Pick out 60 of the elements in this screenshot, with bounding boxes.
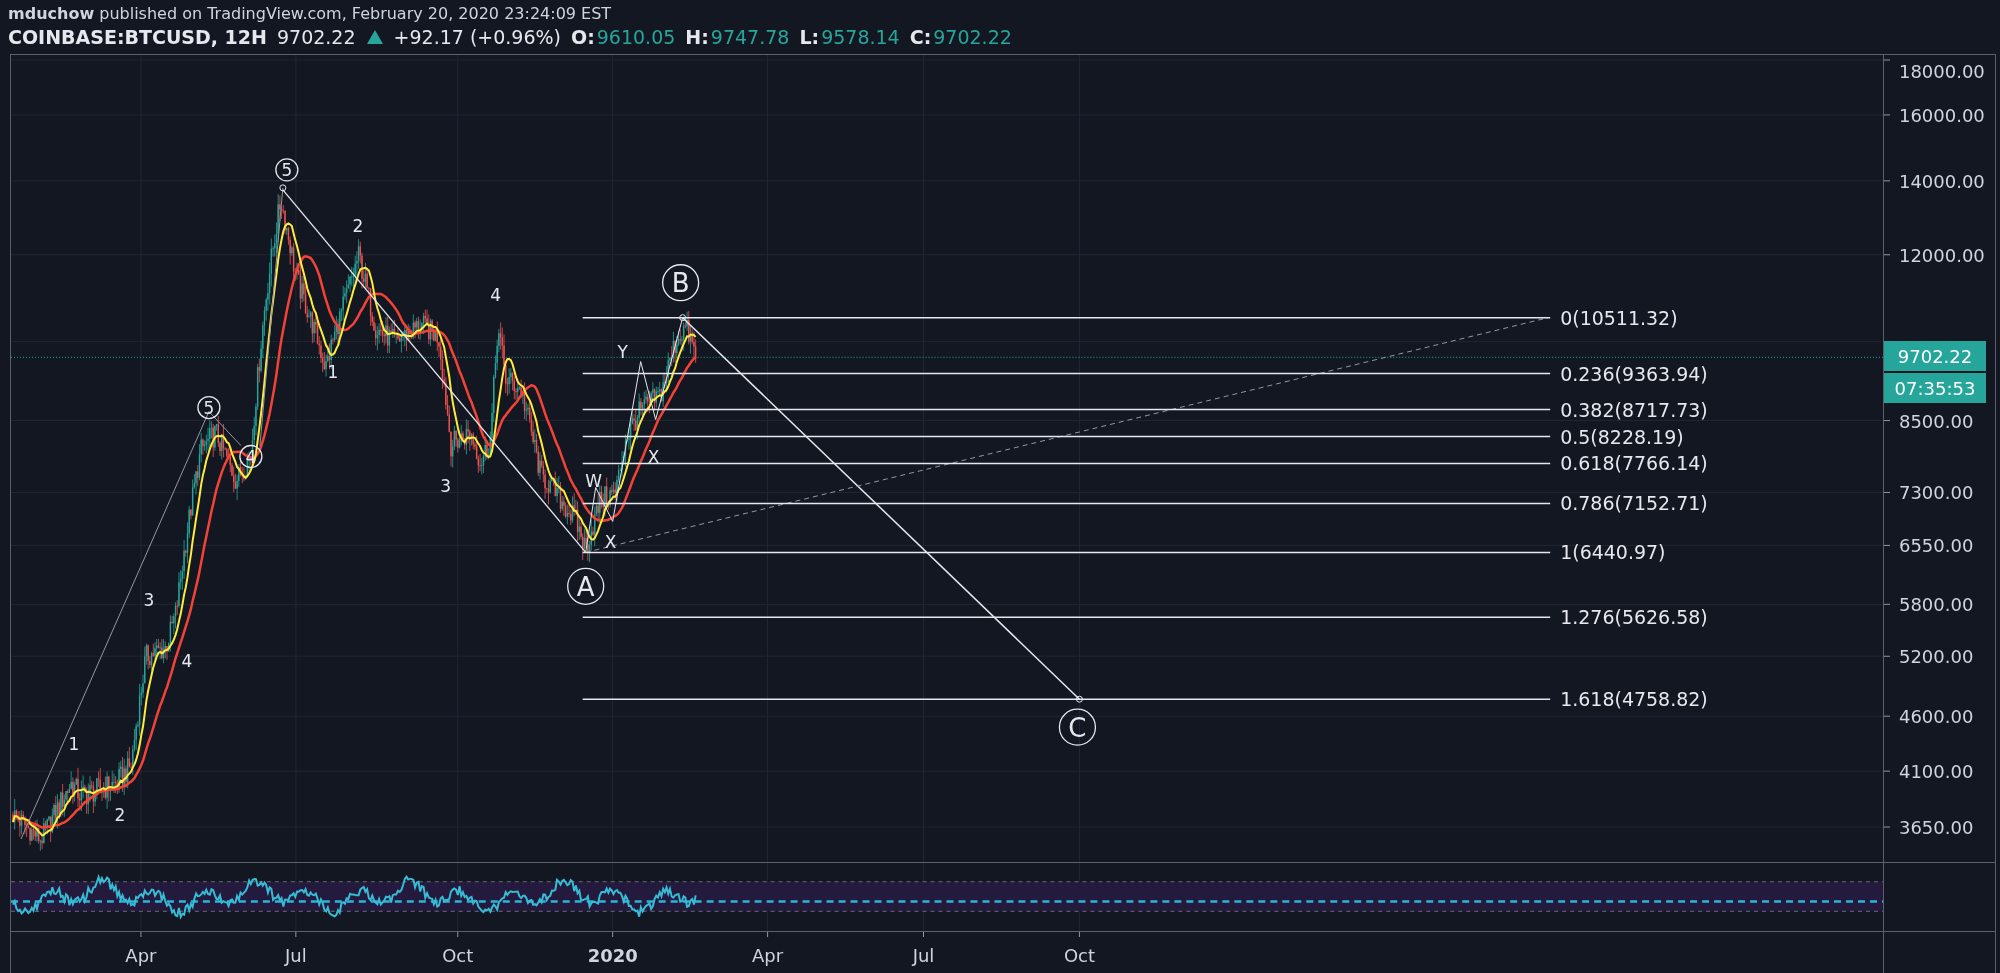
ohlc-label: O:	[571, 25, 595, 49]
wave-label: 3	[143, 590, 155, 611]
ohlc-label: L:	[799, 25, 820, 49]
fibonacci-level-label: 0.382(8717.73)	[1560, 398, 1708, 421]
time-axis-label: Oct	[1063, 945, 1095, 966]
ohlc-value: 9702.22	[933, 25, 1012, 49]
price-axis-label: 5800.00	[1899, 594, 1974, 616]
fibonacci-level-label: 0.618(7766.14)	[1560, 452, 1708, 475]
price-axis-label: 3650.00	[1899, 817, 1974, 839]
wave-label: 1	[327, 361, 339, 382]
wave-label: X	[647, 446, 660, 467]
time-axis-label: Jul	[285, 945, 307, 966]
wave-label: 3	[440, 475, 452, 496]
circled-wave-label: A	[567, 567, 605, 605]
price-axis-label: 4100.00	[1899, 761, 1974, 783]
circled-wave-label: C	[1058, 708, 1097, 746]
price-axis-label: 12000.00	[1899, 244, 1985, 266]
time-axis-label: Apr	[125, 945, 157, 966]
price-axis-label: 4600.00	[1899, 706, 1974, 728]
fibonacci-level-label: 0.786(7152.71)	[1560, 492, 1708, 515]
price-axis-label: 18000.00	[1899, 61, 1985, 82]
time-axis-label: Oct	[442, 945, 474, 966]
wave-label: 2	[114, 805, 126, 826]
fibonacci-level-label: 0.236(9363.94)	[1560, 362, 1708, 385]
wave-label: 1	[68, 734, 80, 755]
time-axis-label: Apr	[752, 945, 784, 966]
ohlc-value: 9610.05	[596, 25, 676, 49]
price-axis-label: 7300.00	[1899, 482, 1974, 504]
wave-label: Y	[617, 341, 628, 362]
ohlc-value: 9578.14	[821, 25, 900, 49]
publisher-line: mduchow published on TradingView.com, February 20, 2020 23:24:09 EST	[8, 5, 613, 23]
wave-label: X	[604, 531, 617, 552]
price-axis-label: 14000.00	[1899, 170, 1985, 192]
price-axis-label: 5200.00	[1899, 646, 1974, 668]
price-axis-label: 16000.00	[1899, 104, 1985, 126]
wave-label: 2	[352, 215, 364, 236]
fibonacci-level-label: 0.5(8228.19)	[1560, 425, 1684, 448]
price-axis-label: 8500.00	[1899, 410, 1974, 432]
circled-wave-label: 5	[275, 158, 299, 182]
time-axis-label: 2020	[587, 945, 638, 966]
price-change: +92.17 (+0.96%)	[393, 25, 561, 49]
countdown-tag: 07:35:53	[1884, 373, 1986, 403]
wave-label: W	[585, 470, 603, 491]
circled-wave-label: B	[662, 264, 700, 302]
up-triangle-icon	[365, 29, 384, 45]
price-axis-label: 6550.00	[1899, 535, 1974, 557]
time-axis-label: Jul	[912, 945, 935, 966]
ohlc-label: H:	[685, 25, 709, 49]
ohlc-label: C:	[909, 25, 932, 49]
wave-label: 4	[181, 651, 193, 672]
circled-wave-label: 5	[197, 395, 221, 420]
fibonacci-level-label: 1.618(4758.82)	[1560, 688, 1708, 711]
last-price-tag: 9702.22	[1884, 341, 1986, 371]
last-price: 9702.22	[276, 25, 356, 49]
wave-label: 4	[490, 284, 502, 305]
fibonacci-level-label: 0(10511.32)	[1560, 306, 1678, 329]
ohlc-value: 9747.78	[710, 25, 790, 49]
fibonacci-level-label: 1.276(5626.58)	[1560, 606, 1708, 629]
symbol-label: COINBASE:BTCUSD, 12H	[8, 25, 267, 49]
fibonacci-level-label: 1(6440.97)	[1560, 541, 1666, 564]
